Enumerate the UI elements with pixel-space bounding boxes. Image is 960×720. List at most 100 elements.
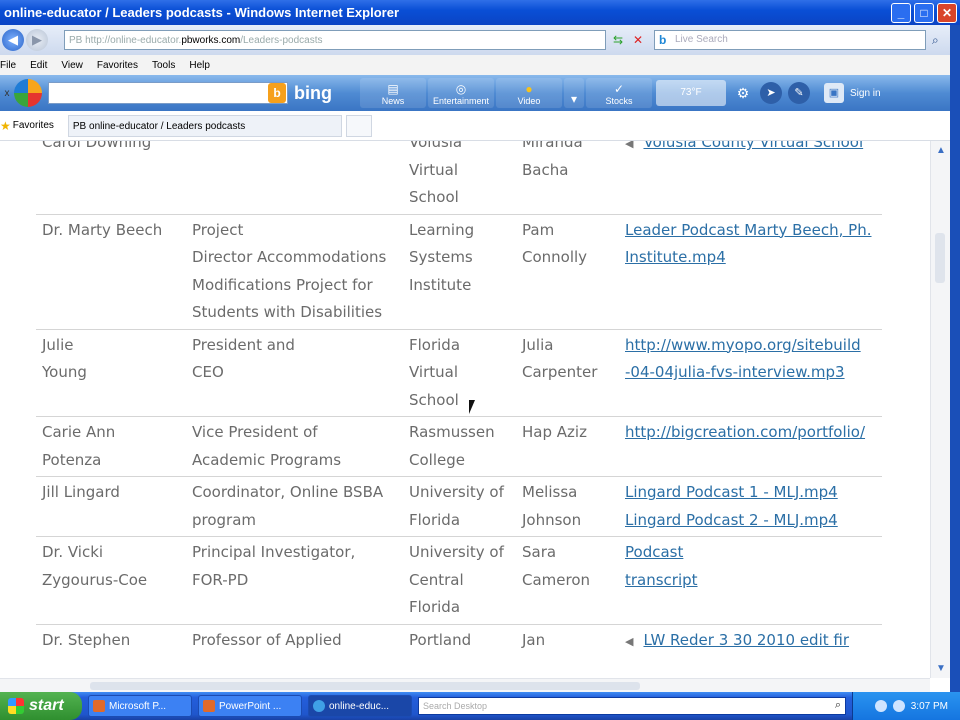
- podcast-link[interactable]: Lingard Podcast 2 - MLJ.mp4: [625, 507, 876, 535]
- cell-interviewer: Melissa Johnson: [516, 476, 619, 537]
- horizontal-scrollbar[interactable]: [0, 678, 930, 692]
- cell-interviewer: Pam Connolly: [516, 213, 619, 329]
- bing-search-button[interactable]: b: [268, 83, 286, 103]
- cell-name-line: Young: [42, 363, 87, 381]
- podcast-link[interactable]: Leader Podcast Marty Beech, Ph.: [625, 217, 876, 245]
- cell-interviewer: Julia Carpenter: [516, 328, 619, 417]
- vertical-scroll-thumb[interactable]: [935, 233, 945, 283]
- forward-button[interactable]: ▶: [26, 29, 48, 51]
- cell-name-line: Julie: [42, 335, 74, 354]
- taskbar-item-microsoft[interactable]: Microsoft P...: [88, 695, 192, 717]
- stocks-button[interactable]: ✓ Stocks: [586, 78, 652, 108]
- taskbar-item-powerpoint[interactable]: PowerPoint ...: [198, 695, 302, 717]
- favorites-star-icon[interactable]: ★: [0, 119, 11, 133]
- sign-in-button[interactable]: ▣ Sign in: [824, 83, 881, 103]
- tab-leaders-podcasts[interactable]: PB online-educator / Leaders podcasts: [67, 114, 342, 137]
- menu-view[interactable]: View: [61, 60, 83, 71]
- title-bar: online-educator / Leaders podcasts - Win…: [0, 0, 960, 25]
- cell-name-line: Potenza: [42, 450, 102, 469]
- task-label: PowerPoint ...: [219, 700, 282, 712]
- minimize-button[interactable]: _: [891, 2, 911, 23]
- news-button[interactable]: ▤ News: [360, 78, 426, 108]
- taskbar-item-ie[interactable]: online-educ...: [308, 695, 412, 717]
- live-search-input[interactable]: b Live Search: [654, 30, 926, 50]
- podcast-link[interactable]: Lingard Podcast 1 - MLJ.mp4: [625, 479, 876, 507]
- podcast-link[interactable]: http://www.myopo.org/sitebuild: [625, 332, 876, 360]
- address-input[interactable]: PB http://online-educator. pbworks.com /…: [64, 30, 606, 50]
- horizontal-scroll-thumb[interactable]: [90, 682, 640, 690]
- close-button[interactable]: ✕: [937, 2, 957, 23]
- cell-podcast-link: ◀ Volusia County Virtual School: [619, 141, 882, 214]
- task-label: online-educ...: [329, 700, 390, 712]
- menu-file[interactable]: File: [0, 60, 16, 71]
- video-icon: ●: [525, 82, 533, 96]
- cell-interviewer-line: Connolly: [522, 248, 588, 266]
- podcast-link-text[interactable]: Volusia County Virtual School: [643, 141, 863, 151]
- cell-organization: University of Florida: [403, 476, 516, 537]
- cell-name-line: Dr. Vicki: [42, 543, 104, 561]
- speaker-icon[interactable]: ◀: [625, 141, 633, 150]
- podcast-link[interactable]: ◀ Volusia County Virtual School: [625, 141, 876, 158]
- user-icon: ▣: [824, 83, 844, 103]
- speaker-icon[interactable]: ◀: [625, 635, 633, 648]
- podcast-link[interactable]: http://bigcreation.com/portfolio/: [625, 419, 876, 447]
- stocks-icon: ✓: [613, 82, 625, 96]
- system-tray: 3:07 PM: [852, 692, 960, 720]
- wrench-icon[interactable]: ✎: [788, 82, 810, 104]
- scroll-down-icon[interactable]: ▼: [936, 663, 946, 674]
- page-content: Carol Downing Volusia Virtual School Miranda…: [0, 141, 930, 678]
- window-title: online-educator / Leaders podcasts - Win…: [4, 5, 400, 20]
- menu-edit[interactable]: Edit: [30, 60, 47, 71]
- podcast-link[interactable]: transcript: [625, 567, 876, 595]
- vertical-scrollbar[interactable]: ▲ ▼: [930, 141, 950, 678]
- cell-title-line: President and: [192, 335, 295, 354]
- podcast-link[interactable]: ◀ LW Reder 3 30 2010 edit fir: [625, 627, 876, 656]
- podcast-link[interactable]: -04-04julia-fvs-interview.mp3: [625, 359, 876, 387]
- search-icon[interactable]: ⌕: [932, 33, 939, 48]
- podcast-link[interactable]: Institute.mp4: [625, 244, 876, 272]
- cell-title-line: Coordinator, Online BSBA: [192, 483, 384, 501]
- menu-help[interactable]: Help: [189, 60, 210, 71]
- gear-icon[interactable]: ⚙: [732, 82, 754, 104]
- cell-interviewer-line: Julia: [522, 335, 554, 354]
- toolbar-close-button[interactable]: x: [0, 88, 14, 99]
- weather-widget[interactable]: 73°F: [656, 80, 726, 106]
- table-row: Dr. Marty Beech Project Director Accommoda…: [36, 213, 882, 329]
- refresh-icon[interactable]: ⇆: [610, 33, 626, 47]
- cell-organization-line: Systems: [409, 248, 473, 266]
- table-row: Carie Ann Potenza Vice President of Academi…: [36, 416, 882, 477]
- podcast-link[interactable]: Podcast: [625, 539, 876, 567]
- volume-icon[interactable]: [892, 700, 905, 712]
- desktop-search-input[interactable]: Search Desktop ⌕: [418, 697, 846, 715]
- cell-interviewer-line: Melissa: [522, 483, 578, 501]
- more-dropdown-button[interactable]: ▾: [564, 78, 584, 108]
- video-button[interactable]: ● Video: [496, 78, 562, 108]
- cell-interviewer-line: Pam: [522, 220, 555, 239]
- cell-interviewer-line: Johnson: [522, 510, 582, 529]
- menu-tools[interactable]: Tools: [152, 60, 175, 71]
- stop-icon[interactable]: ✕: [630, 33, 646, 47]
- back-button[interactable]: ◀: [2, 29, 24, 51]
- taskbar: start Microsoft P... PowerPoint ... onli…: [0, 692, 960, 720]
- search-icon[interactable]: ⌕: [835, 699, 841, 712]
- cursor-tool-icon[interactable]: ➤: [760, 82, 782, 104]
- powerpoint-icon: [203, 700, 215, 712]
- cell-title: [186, 141, 403, 214]
- cell-title-line: Modifications Project for: [192, 275, 373, 294]
- podcast-link-text[interactable]: LW Reder 3 30 2010 edit fir: [643, 631, 849, 649]
- bing-search-input[interactable]: [48, 82, 288, 104]
- msn-butterfly-icon[interactable]: [14, 79, 42, 107]
- network-icon[interactable]: [874, 700, 887, 712]
- start-button[interactable]: start: [0, 692, 82, 720]
- entertainment-button[interactable]: ◎ Entertainment: [428, 78, 494, 108]
- cell-interviewer: Hap Aziz: [516, 416, 619, 477]
- clock: 3:07 PM: [910, 700, 948, 712]
- favorites-button[interactable]: Favorites: [13, 120, 54, 131]
- address-url-end: /Leaders-podcasts: [240, 34, 323, 46]
- maximize-button[interactable]: □: [914, 2, 934, 23]
- cell-organization-line: Florida: [409, 598, 461, 616]
- scroll-up-icon[interactable]: ▲: [936, 145, 946, 156]
- table-row: Jill Lingard Coordinator, Online BSBA prog…: [36, 476, 882, 537]
- menu-favorites[interactable]: Favorites: [97, 60, 138, 71]
- new-tab-button[interactable]: [345, 114, 372, 137]
